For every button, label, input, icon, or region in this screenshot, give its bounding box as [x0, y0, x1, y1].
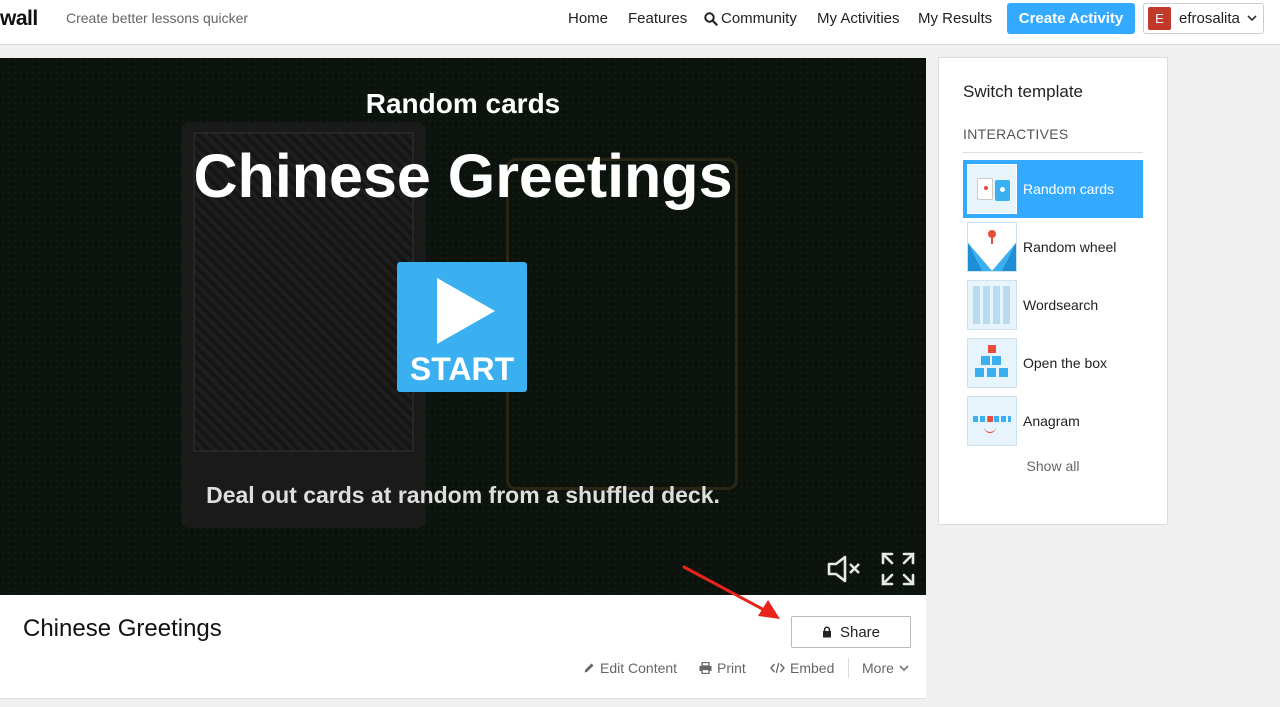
more-menu[interactable]: More: [862, 660, 909, 676]
edit-content-link[interactable]: Edit Content: [583, 660, 677, 676]
template-label: Random wheel: [1023, 239, 1117, 255]
chevron-down-icon: [899, 664, 909, 671]
chevron-down-icon: [1247, 15, 1257, 22]
template-name: Random cards: [365, 88, 561, 119]
activity-stage-title: Chinese Greetings: [193, 142, 733, 210]
wordsearch-thumbnail-icon: [967, 280, 1017, 330]
print-link[interactable]: Print: [699, 660, 746, 676]
open-the-box-thumbnail-icon: [967, 338, 1017, 388]
template-random-wheel[interactable]: Random wheel: [963, 218, 1143, 276]
username: efrosalita: [1179, 10, 1240, 27]
embed-label: Embed: [790, 660, 835, 676]
printer-icon: [699, 662, 712, 674]
sidebar-divider: [963, 152, 1143, 153]
activity-player[interactable]: Random cards Chinese Greetings START Dea…: [0, 58, 926, 595]
start-label: START: [409, 351, 515, 387]
random-cards-thumbnail-icon: [967, 164, 1017, 214]
mute-icon[interactable]: [826, 554, 862, 584]
search-icon: [704, 11, 718, 26]
start-button[interactable]: START: [397, 262, 527, 392]
nav-features[interactable]: Features: [628, 10, 687, 27]
print-label: Print: [717, 660, 746, 676]
nav-home[interactable]: Home: [568, 10, 608, 27]
fullscreen-icon[interactable]: [880, 551, 916, 587]
activity-title: Chinese Greetings: [23, 615, 222, 642]
embed-link[interactable]: Embed: [770, 660, 834, 676]
template-random-cards[interactable]: Random cards: [963, 160, 1143, 218]
more-label: More: [862, 660, 894, 676]
share-label: Share: [839, 623, 881, 641]
nav-community-label: Community: [721, 10, 797, 27]
user-menu[interactable]: E efrosalita: [1143, 3, 1264, 34]
template-anagram[interactable]: Anagram: [963, 392, 1143, 450]
create-activity-button[interactable]: Create Activity: [1007, 3, 1135, 34]
template-open-the-box[interactable]: Open the box: [963, 334, 1143, 392]
divider: [848, 658, 849, 678]
top-navbar: wall Create better lessons quicker Home …: [0, 0, 1280, 45]
template-label: Anagram: [1023, 413, 1080, 429]
nav-my-results[interactable]: My Results: [918, 10, 992, 27]
tagline: Create better lessons quicker: [66, 10, 249, 26]
template-label: Wordsearch: [1023, 297, 1099, 313]
share-button[interactable]: Share: [791, 616, 911, 648]
play-icon: [437, 278, 495, 344]
anagram-thumbnail-icon: [967, 396, 1017, 446]
avatar: E: [1148, 7, 1171, 30]
template-wordsearch[interactable]: Wordsearch: [963, 276, 1143, 334]
template-label: Open the box: [1023, 355, 1108, 371]
nav-community[interactable]: Community: [704, 10, 797, 27]
random-wheel-thumbnail-icon: [967, 222, 1017, 272]
logo[interactable]: wall: [0, 7, 38, 31]
template-sidebar: Switch template INTERACTIVES Random card…: [938, 57, 1168, 525]
annotation-arrow-icon: [682, 565, 780, 619]
sidebar-section-label: INTERACTIVES: [963, 126, 1069, 142]
lock-icon: [822, 626, 831, 638]
show-all-link[interactable]: Show all: [963, 458, 1143, 474]
activity-info-bar: Chinese Greetings Share Edit Content Pri…: [0, 595, 926, 699]
pencil-icon: [584, 663, 594, 673]
template-label: Random cards: [1023, 181, 1115, 197]
edit-content-label: Edit Content: [600, 660, 678, 676]
sidebar-title: Switch template: [963, 82, 1083, 101]
nav-my-activities[interactable]: My Activities: [817, 10, 900, 27]
template-description: Deal out cards at random from a shuffled…: [206, 482, 720, 508]
code-icon: [770, 662, 785, 674]
